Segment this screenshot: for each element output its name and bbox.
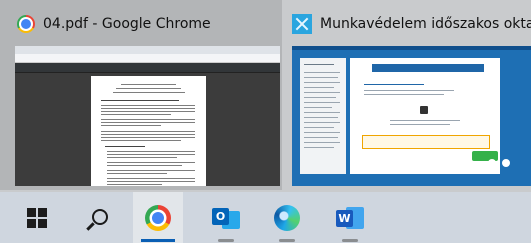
search-icon: [88, 208, 108, 227]
thumb-highlight-box: [362, 135, 490, 149]
outlook-badge: O: [212, 207, 229, 225]
chrome-icon: [17, 15, 35, 33]
word-badge: W: [336, 209, 353, 227]
taskbar: O W: [0, 192, 531, 243]
taskbar-chrome[interactable]: [133, 192, 183, 243]
taskbar-outlook[interactable]: O: [201, 192, 251, 243]
thumb-top-bar: [292, 46, 531, 50]
chrome-preview-title-bar: 04.pdf - Google Chrome: [17, 13, 211, 35]
thumb-course-menu: [300, 58, 346, 174]
taskbar-preview-strip: 04.pdf - Google Chrome Munkavédelem idős…: [0, 0, 531, 192]
thumb-address-bar: [15, 54, 280, 63]
thumb-pdf-toolbar: [15, 63, 280, 73]
elearning-app-icon: [292, 14, 312, 34]
thumb-content-icon: [420, 106, 428, 114]
thumb-content-panel: [350, 58, 500, 174]
edge-icon: [274, 204, 300, 231]
thumb-prev-arrow: [488, 159, 496, 167]
thumb-tab-bar: [15, 46, 280, 54]
search-button[interactable]: [72, 192, 122, 243]
windows-logo-icon: [27, 207, 47, 228]
chrome-window-thumbnail: [15, 46, 280, 186]
word-icon: W: [336, 205, 364, 231]
thumb-next-arrow: [502, 159, 510, 167]
chrome-icon: [145, 204, 171, 231]
elearning-preview-title: Munkavédelem időszakos okta: [320, 16, 531, 32]
chrome-window-preview[interactable]: 04.pdf - Google Chrome: [0, 0, 282, 190]
elearning-window-thumbnail: [292, 46, 531, 186]
thumb-pdf-page: [91, 76, 206, 186]
taskbar-word[interactable]: W: [325, 192, 375, 243]
outlook-icon: O: [212, 205, 240, 231]
elearning-preview-title-bar: Munkavédelem időszakos okta: [292, 13, 531, 35]
start-button[interactable]: [12, 192, 62, 243]
taskbar-edge[interactable]: [262, 192, 312, 243]
thumb-section-banner: [372, 64, 484, 72]
chrome-preview-title: 04.pdf - Google Chrome: [43, 16, 211, 32]
